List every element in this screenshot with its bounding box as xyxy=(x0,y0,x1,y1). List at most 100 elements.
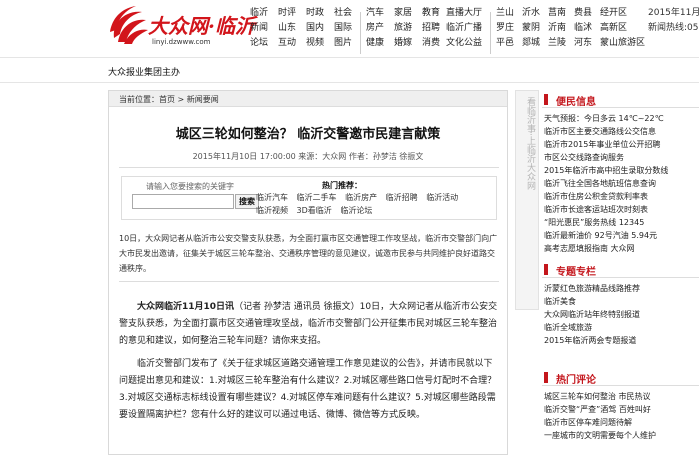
nav-link[interactable]: 费县 xyxy=(574,6,592,21)
nav-link[interactable]: 图片 xyxy=(334,36,352,51)
nav-link[interactable]: 山东 xyxy=(278,21,296,36)
hot-link[interactable]: 临沂视频 xyxy=(256,206,288,215)
nav-link[interactable]: 教育 xyxy=(422,6,440,21)
list-item[interactable]: 临沂市2015年事业单位公开招聘 xyxy=(544,138,699,151)
nav-link[interactable]: 论坛 xyxy=(250,36,268,51)
nav-link[interactable]: 汽车 xyxy=(366,6,384,21)
org-bar-text: 大众报业集团主办 xyxy=(108,68,181,78)
nav-link[interactable]: 社会 xyxy=(334,6,352,21)
right-sidebar: 便民信息 天气预报：今日多云 14℃~22℃ 临沂市区主要交通路线公交信息 临沂… xyxy=(542,90,699,455)
list-item[interactable]: 2015年临沂市高中招生录取分数线 xyxy=(544,164,699,177)
list-item[interactable]: 一座城市的文明需要每个人维护 xyxy=(544,429,699,442)
list-item[interactable]: 临沂飞往全国各地航班信息查询 xyxy=(544,177,699,190)
header-date: 2015年11月 xyxy=(648,8,699,18)
org-bar: 大众报业集团主办 xyxy=(0,57,699,83)
list-item[interactable]: 2015年临沂两会专题报道 xyxy=(544,334,699,347)
hot-links: 临沂汽车 临沂二手车 临沂房产 临沂招聘 临沂活动 临沂视频 3D看临沂 临沂论… xyxy=(256,191,496,217)
hot-link[interactable]: 临沂活动 xyxy=(426,193,458,202)
nav-link[interactable]: 郯城 xyxy=(522,36,540,51)
nav-link[interactable]: 视频 xyxy=(306,36,324,51)
nav-link[interactable]: 罗庄 xyxy=(496,21,514,36)
list-item[interactable]: 市区公交线路查询服务 xyxy=(544,151,699,164)
section-title: 热门评论 xyxy=(556,375,596,386)
nav-link[interactable]: 莒南 xyxy=(548,6,566,21)
list-item[interactable]: 临沂全域旅游 xyxy=(544,321,699,334)
nav-link[interactable]: 国际 xyxy=(334,21,352,36)
section-mark xyxy=(544,264,548,275)
nav-link[interactable]: 房产 xyxy=(366,21,384,36)
list-item[interactable]: 临沂市区主要交通路线公交信息 xyxy=(544,125,699,138)
list-item[interactable]: 临沂市长途客运站班次时刻表 xyxy=(544,203,699,216)
nav-col-7: 教育 招聘 消费 xyxy=(422,6,440,51)
paragraph: 大众网临沂11月10日讯（记者 孙梦洁 通讯员 徐振文）10日，大众网记者从临沂… xyxy=(119,299,501,350)
list-item[interactable]: 临沂交警“严查”酒驾 百姓叫好 xyxy=(544,403,699,416)
nav-col-1: 临沂 新闻 论坛 xyxy=(250,6,268,51)
nav-link[interactable]: 消费 xyxy=(422,36,440,51)
vertical-banner-text: 看临沂事·上临沂大众网 xyxy=(525,97,535,190)
nav-link[interactable]: 沂南 xyxy=(548,21,566,36)
nav-link[interactable]: 健康 xyxy=(366,36,384,51)
search-box: 请输入您要搜索的关键字 搜索 热门推荐： 临沂汽车 临沂二手车 临沂房产 临沂招… xyxy=(121,176,497,220)
list-item[interactable]: 临沂最新油价 92号汽油 5.94元 xyxy=(544,229,699,242)
list-item[interactable]: 天气预报：今日多云 14℃~22℃ xyxy=(544,112,699,125)
article-meta: 2015年11月10日 17:00:00 来源：大众网 作者：孙梦洁 徐振文 xyxy=(192,152,424,161)
nav-link[interactable]: 临沂广播 xyxy=(446,21,482,36)
nav-link[interactable]: 招聘 xyxy=(422,21,440,36)
list-item[interactable]: “阳光惠民”服务热线 12345 xyxy=(544,216,699,229)
section-header: 专题专栏 xyxy=(542,260,699,278)
nav-link[interactable]: 蒙阴 xyxy=(522,21,540,36)
nav-link[interactable]: 家居 xyxy=(394,6,412,21)
nav-link[interactable]: 互动 xyxy=(278,36,296,51)
nav-link[interactable]: 临沭 xyxy=(574,21,592,36)
site-header: 大众网·临沂 linyi.dzwww.com 临沂 新闻 论坛 时评 山东 互动… xyxy=(0,0,699,57)
hot-link[interactable]: 临沂论坛 xyxy=(340,206,372,215)
breadcrumb[interactable]: 当前位置：首页 > 新闻要闻 xyxy=(119,94,219,105)
hot-link[interactable]: 临沂汽车 xyxy=(256,193,288,202)
site-logo[interactable]: 大众网·临沂 linyi.dzwww.com xyxy=(108,4,255,52)
article-panel: 当前位置：首页 > 新闻要闻 城区三轮如何整治？ 临沂交警邀市民建言献策 201… xyxy=(108,90,508,455)
list-item[interactable]: 临沂市住房公积金贷款利率表 xyxy=(544,190,699,203)
hot-link[interactable]: 临沂二手车 xyxy=(297,193,337,202)
section-title: 便民信息 xyxy=(556,97,596,108)
list-item[interactable]: 大众网临沂站年终特别报道 xyxy=(544,308,699,321)
nav-link[interactable]: 沂水 xyxy=(522,6,540,21)
nav-link[interactable]: 高新区 xyxy=(600,21,645,36)
nav-link[interactable]: 河东 xyxy=(574,36,592,51)
nav-link[interactable]: 兰陵 xyxy=(548,36,566,51)
nav-link[interactable]: 蒙山旅游区 xyxy=(600,36,645,51)
nav-link[interactable]: 婚嫁 xyxy=(394,36,412,51)
hot-recommend-title: 热门推荐： xyxy=(322,181,362,190)
nav-link[interactable]: 临沂 xyxy=(250,6,268,21)
nav-link[interactable]: 兰山 xyxy=(496,6,514,21)
header-hotline: 新闻热线:053 xyxy=(648,23,699,33)
list-item[interactable]: 沂蒙红色旅游精品线路推荐 xyxy=(544,282,699,295)
divider xyxy=(119,281,499,282)
nav-link[interactable]: 平邑 xyxy=(496,36,514,51)
nav-divider xyxy=(360,12,361,54)
section-mark xyxy=(544,94,548,105)
list-item[interactable]: 高考志愿填报指南 大众网 xyxy=(544,242,699,255)
nav-link[interactable]: 时评 xyxy=(278,6,296,21)
section-header: 便民信息 xyxy=(542,90,699,108)
nav-link[interactable]: 旅游 xyxy=(394,21,412,36)
list-item[interactable]: 临沂市区停车难问题待解 xyxy=(544,416,699,429)
hot-link[interactable]: 临沂房产 xyxy=(345,193,377,202)
nav-link[interactable]: 国内 xyxy=(306,21,324,36)
nav-link[interactable]: 文化公益 xyxy=(446,36,482,51)
list-item[interactable]: 城区三轮车如何整治 市民热议 xyxy=(544,390,699,403)
paragraph: 临沂交警部门发布了《关于征求城区道路交通管理工作意见建议的公告》，并请市民就以下… xyxy=(119,356,501,424)
nav-col-13: 经开区 高新区 蒙山旅游区 xyxy=(600,6,645,51)
header-date-hotline: 2015年11月 新闻热线:053 xyxy=(648,6,699,36)
search-input[interactable] xyxy=(132,194,234,209)
nav-link[interactable]: 时政 xyxy=(306,6,324,21)
list-item[interactable]: 临沂美食 xyxy=(544,295,699,308)
nav-link[interactable]: 直播大厅 xyxy=(446,6,482,21)
nav-link[interactable]: 经开区 xyxy=(600,6,645,21)
divider xyxy=(119,167,499,168)
nav-col-11: 莒南 沂南 兰陵 xyxy=(548,6,566,51)
search-label: 请输入您要搜索的关键字 xyxy=(146,182,234,191)
hot-link[interactable]: 3D看临沂 xyxy=(297,206,332,215)
nav-link[interactable]: 新闻 xyxy=(250,21,268,36)
article-summary: 10日，大众网记者从临沂市公安交警支队获悉，为全面打赢市区交通管理工作攻坚战，临… xyxy=(119,234,498,273)
hot-link[interactable]: 临沂招聘 xyxy=(386,193,418,202)
